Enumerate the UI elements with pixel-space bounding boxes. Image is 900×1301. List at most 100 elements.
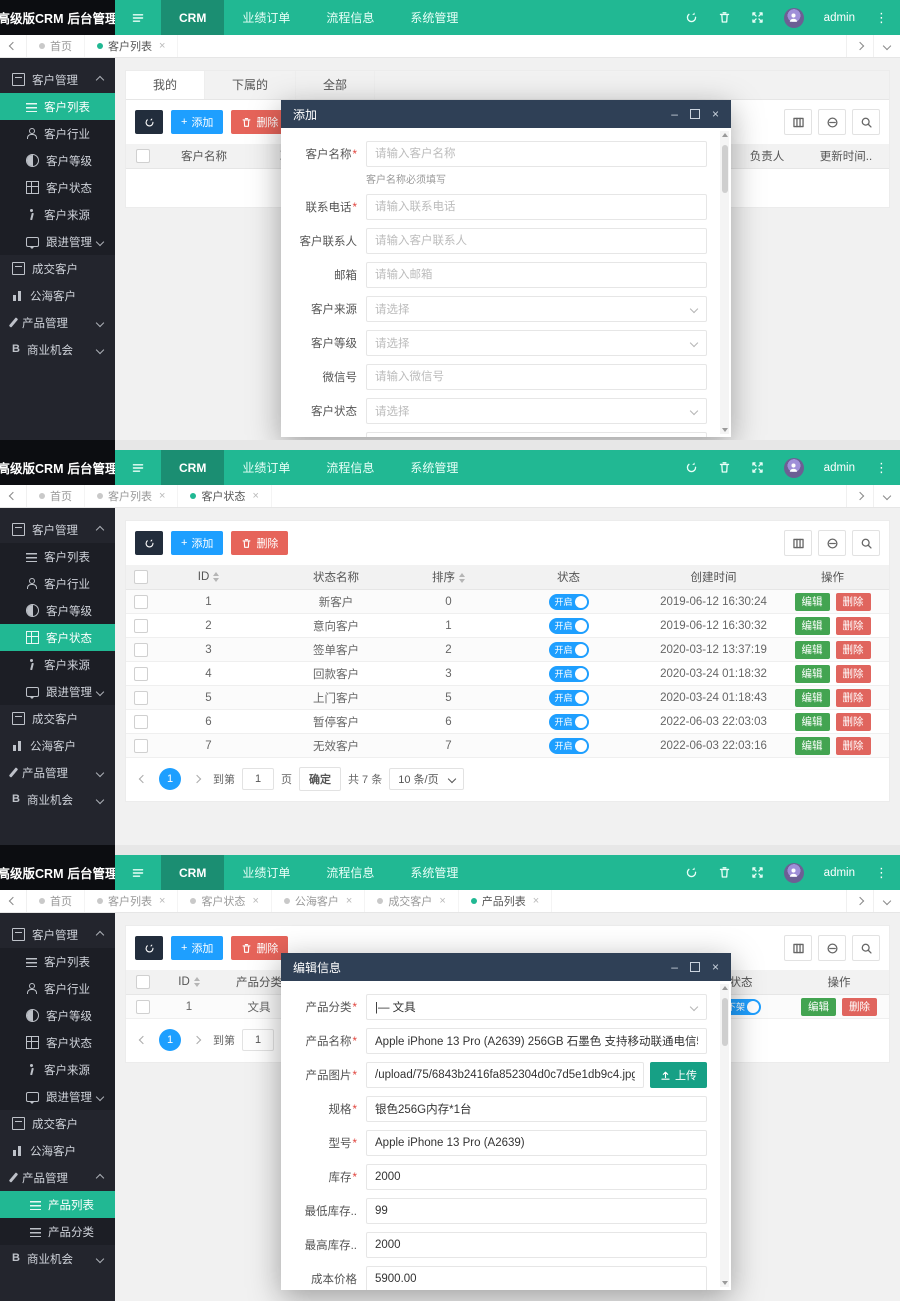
delete-row-button[interactable]: 删除 <box>836 689 871 707</box>
tab-customer-list[interactable]: 客户列表× <box>85 890 178 912</box>
modal-header[interactable]: 添加 – × <box>281 100 731 128</box>
customer-status-select[interactable]: 请选择 <box>366 398 707 424</box>
add-button[interactable]: +添加 <box>171 110 223 134</box>
nav-item-orders[interactable]: 业绩订单 <box>224 0 308 35</box>
min-stock-input[interactable] <box>366 1198 707 1224</box>
nav-item-workflow[interactable]: 流程信息 <box>308 855 392 890</box>
fullscreen-icon[interactable] <box>751 9 764 27</box>
tab-home[interactable]: 首页 <box>27 890 85 912</box>
tab-close-icon[interactable]: × <box>439 895 445 907</box>
delete-row-button[interactable]: 删除 <box>836 737 871 755</box>
contact-person-input[interactable] <box>366 228 707 254</box>
nav-item-system[interactable]: 系统管理 <box>392 450 476 485</box>
nav-item-system[interactable]: 系统管理 <box>392 0 476 35</box>
add-button[interactable]: +添加 <box>171 531 223 555</box>
print-icon[interactable] <box>818 530 846 556</box>
sidebar-item-customer-list[interactable]: 客户列表 <box>0 93 115 120</box>
username[interactable]: admin <box>824 462 855 474</box>
refresh-button[interactable] <box>135 936 163 960</box>
modal-scrollbar[interactable] <box>720 131 729 434</box>
columns-icon[interactable] <box>784 935 812 961</box>
clear-cache-icon[interactable] <box>718 864 731 882</box>
tab-close-icon[interactable]: × <box>159 40 165 52</box>
sidebar-item-customer-level[interactable]: 客户等级 <box>0 597 115 624</box>
tab-mine[interactable]: 我的 <box>126 71 205 99</box>
edit-button[interactable]: 编辑 <box>795 737 830 755</box>
close-icon[interactable]: × <box>712 107 719 121</box>
row-checkbox[interactable] <box>134 619 148 633</box>
fullscreen-icon[interactable] <box>751 459 764 477</box>
collapse-sidebar-icon[interactable] <box>115 450 161 485</box>
username[interactable]: admin <box>824 12 855 24</box>
columns-icon[interactable] <box>784 109 812 135</box>
columns-icon[interactable] <box>784 530 812 556</box>
edit-button[interactable]: 编辑 <box>801 998 836 1016</box>
status-toggle[interactable]: 开启 <box>549 666 589 682</box>
select-all-checkbox[interactable] <box>136 975 150 989</box>
sidebar-group-follow-mgmt[interactable]: 跟进管理 <box>0 228 115 255</box>
sidebar-item-deal-customers[interactable]: 成交客户 <box>0 255 115 282</box>
sidebar-group-customer-mgmt[interactable]: 客户管理 <box>0 516 115 543</box>
jump-confirm-button[interactable]: 确定 <box>299 767 341 791</box>
sidebar-item-customer-list[interactable]: 客户列表 <box>0 948 115 975</box>
avatar[interactable] <box>784 8 804 28</box>
phone-input[interactable] <box>366 194 707 220</box>
tab-public-customers[interactable]: 公海客户× <box>272 890 365 912</box>
refresh-button[interactable] <box>135 531 163 555</box>
tab-close-icon[interactable]: × <box>252 895 258 907</box>
col-updated[interactable]: 更新时间.. <box>803 148 889 164</box>
select-all-checkbox[interactable] <box>134 570 148 584</box>
sort-icon[interactable] <box>213 572 219 582</box>
tab-home[interactable]: 首页 <box>27 485 85 507</box>
status-toggle[interactable]: 开启 <box>549 618 589 634</box>
page-1-button[interactable]: 1 <box>159 768 181 790</box>
collapse-sidebar-icon[interactable] <box>115 0 161 35</box>
delete-button[interactable]: 删除 <box>231 110 288 134</box>
delete-row-button[interactable]: 删除 <box>836 593 871 611</box>
jump-page-input[interactable]: 1 <box>242 1029 274 1051</box>
modal-scrollbar[interactable] <box>720 984 729 1287</box>
sidebar-group-customer-mgmt[interactable]: 客户管理 <box>0 921 115 948</box>
sidebar-item-customer-status[interactable]: 客户状态 <box>0 1029 115 1056</box>
sidebar-item-public-customers[interactable]: 公海客户 <box>0 1137 115 1164</box>
row-checkbox[interactable] <box>134 643 148 657</box>
sidebar-item-customer-industry[interactable]: 客户行业 <box>0 975 115 1002</box>
tab-customer-status[interactable]: 客户状态× <box>178 890 271 912</box>
collapse-sidebar-icon[interactable] <box>115 855 161 890</box>
tab-close-icon[interactable]: × <box>533 895 539 907</box>
nav-item-workflow[interactable]: 流程信息 <box>308 450 392 485</box>
avatar[interactable] <box>784 863 804 883</box>
edit-button[interactable]: 编辑 <box>795 593 830 611</box>
tabs-scroll-left-icon[interactable] <box>0 485 27 507</box>
sort-icon[interactable] <box>459 573 465 583</box>
sidebar-item-customer-industry[interactable]: 客户行业 <box>0 120 115 147</box>
edit-button[interactable]: 编辑 <box>795 689 830 707</box>
tabs-scroll-right-icon[interactable] <box>846 35 873 57</box>
col-id[interactable]: ID <box>160 976 218 988</box>
fullscreen-icon[interactable] <box>751 864 764 882</box>
delete-button[interactable]: 删除 <box>231 936 288 960</box>
per-page-select[interactable]: 10 条/页 <box>389 768 463 790</box>
sort-icon[interactable] <box>194 977 200 987</box>
refresh-icon[interactable] <box>685 9 698 27</box>
tabs-scroll-left-icon[interactable] <box>0 35 27 57</box>
tab-close-icon[interactable]: × <box>159 895 165 907</box>
nav-item-system[interactable]: 系统管理 <box>392 855 476 890</box>
delete-button[interactable]: 删除 <box>231 531 288 555</box>
tab-customer-status[interactable]: 客户状态× <box>178 485 271 507</box>
delete-row-button[interactable]: 删除 <box>842 998 877 1016</box>
sidebar-group-business-opp[interactable]: B商业机会 <box>0 1245 115 1272</box>
cost-price-input[interactable] <box>366 1266 707 1290</box>
tab-subordinates[interactable]: 下属的 <box>205 71 296 99</box>
refresh-icon[interactable] <box>685 459 698 477</box>
tab-customer-list[interactable]: 客户列表× <box>85 35 178 57</box>
sidebar-group-follow-mgmt[interactable]: 跟进管理 <box>0 678 115 705</box>
edit-button[interactable]: 编辑 <box>795 665 830 683</box>
refresh-button[interactable] <box>135 110 163 134</box>
sidebar-item-customer-status[interactable]: 客户状态 <box>0 174 115 201</box>
sidebar-group-business-opp[interactable]: B商业机会 <box>0 786 115 813</box>
kebab-menu-icon[interactable]: ⋮ <box>875 10 888 26</box>
sidebar-item-customer-source[interactable]: 客户来源 <box>0 201 115 228</box>
sidebar-item-public-customers[interactable]: 公海客户 <box>0 282 115 309</box>
row-checkbox[interactable] <box>134 715 148 729</box>
